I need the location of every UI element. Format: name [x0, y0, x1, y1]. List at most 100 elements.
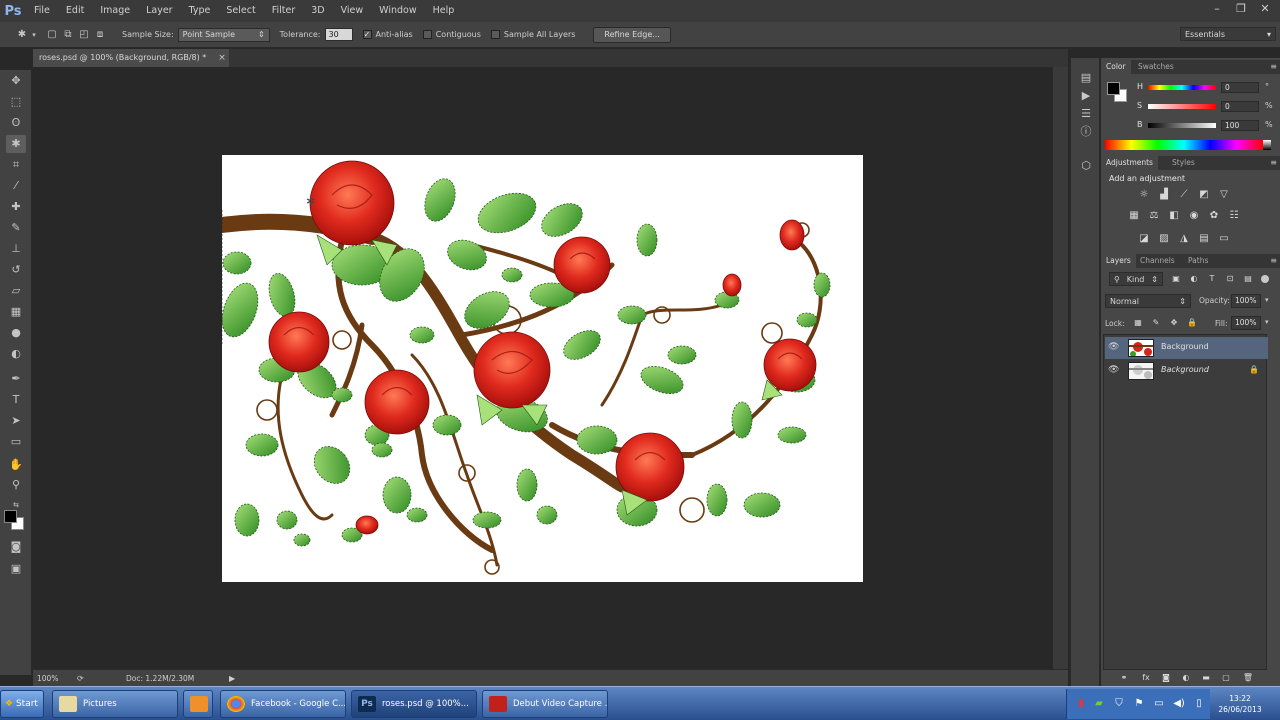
blend-mode-select[interactable]: Normal ⇕	[1105, 294, 1191, 308]
selective-color-icon[interactable]: ▤	[1197, 232, 1211, 246]
filter-adjustment-icon[interactable]: ◐	[1187, 272, 1201, 286]
layer-name[interactable]: Background	[1161, 342, 1209, 351]
status-menu-arrow-icon[interactable]: ▶	[229, 670, 235, 687]
new-adjustment-icon[interactable]: ◐	[1179, 671, 1193, 685]
new-layer-icon[interactable]: ▢	[1219, 671, 1233, 685]
hand-tool-icon[interactable]: ✋	[6, 456, 26, 474]
sample-size-select[interactable]: Point Sample ⇕	[177, 27, 270, 42]
tray-shield-icon[interactable]: ⛉	[1113, 697, 1125, 711]
close-icon[interactable]: ×	[215, 49, 229, 67]
lock-all-icon[interactable]: 🔒	[1185, 316, 1199, 330]
intersect-selection-icon[interactable]: ⧈	[92, 27, 108, 43]
document-canvas[interactable]	[222, 155, 863, 582]
invert-icon[interactable]: ◪	[1137, 232, 1151, 246]
menu-file[interactable]: File	[26, 0, 58, 22]
eye-icon[interactable]: 👁	[1108, 342, 1119, 352]
layer-style-icon[interactable]: fx	[1139, 671, 1153, 685]
layer-name[interactable]: Background	[1161, 365, 1209, 374]
vibrance-icon[interactable]: ▽	[1217, 188, 1231, 202]
tolerance-input[interactable]: 30	[324, 28, 353, 41]
dodge-tool-icon[interactable]: ◐	[6, 345, 26, 363]
document-tab[interactable]: roses.psd @ 100% (Background, RGB/8) *	[33, 49, 229, 67]
tab-color[interactable]: Color	[1101, 60, 1131, 74]
brightness-contrast-icon[interactable]: ☼	[1137, 188, 1151, 202]
tab-swatches[interactable]: Swatches	[1133, 60, 1179, 74]
move-tool-icon[interactable]: ✥	[6, 72, 26, 90]
clone-stamp-tool-icon[interactable]: ⊥	[6, 240, 26, 258]
tab-paths[interactable]: Paths	[1183, 254, 1213, 268]
tool-preset-dropdown-icon[interactable]: ▾	[30, 27, 38, 43]
panel-menu-icon[interactable]: ≡	[1270, 254, 1277, 268]
path-selection-tool-icon[interactable]: ➤	[6, 412, 26, 430]
menu-filter[interactable]: Filter	[264, 0, 304, 22]
info-panel-icon[interactable]: ⓘ	[1078, 124, 1094, 140]
gradient-map-icon[interactable]: ▭	[1217, 232, 1231, 246]
menu-3d[interactable]: 3D	[303, 0, 332, 22]
menu-view[interactable]: View	[333, 0, 372, 22]
menu-edit[interactable]: Edit	[58, 0, 92, 22]
saturation-value[interactable]: 0	[1221, 101, 1259, 112]
marquee-tool-icon[interactable]: ⬚	[6, 93, 26, 111]
exposure-icon[interactable]: ◩	[1197, 188, 1211, 202]
color-foreground-swatch[interactable]	[1107, 82, 1120, 95]
menu-help[interactable]: Help	[425, 0, 463, 22]
brightness-slider[interactable]	[1148, 123, 1216, 128]
new-selection-icon[interactable]: ▢	[44, 27, 60, 43]
tray-battery-icon[interactable]: ▯	[1193, 697, 1205, 711]
pen-tool-icon[interactable]: ✒	[6, 370, 26, 388]
layer-kind-filter[interactable]: ⚲ Kind ⇕	[1109, 272, 1163, 286]
quick-mask-icon[interactable]: ◙	[6, 538, 26, 556]
close-button[interactable]: ✕	[1256, 2, 1274, 16]
new-group-icon[interactable]: ▬	[1199, 671, 1213, 685]
tab-adjustments[interactable]: Adjustments	[1101, 156, 1158, 170]
status-info-icon[interactable]: ⟳	[77, 670, 84, 687]
foreground-color-swatch[interactable]	[4, 510, 17, 523]
task-chrome[interactable]: Facebook - Google C...	[220, 690, 346, 718]
minimize-button[interactable]: –	[1208, 2, 1226, 16]
link-layers-icon[interactable]: ⚭	[1117, 671, 1131, 685]
filter-type-icon[interactable]: T	[1205, 272, 1219, 286]
menu-select[interactable]: Select	[218, 0, 263, 22]
task-pictures[interactable]: Pictures	[52, 690, 178, 718]
screen-mode-icon[interactable]: ▣	[6, 560, 26, 578]
lasso-tool-icon[interactable]: ʘ	[6, 114, 26, 132]
tab-layers[interactable]: Layers	[1101, 254, 1136, 268]
layer-row[interactable]: 👁 Background 🔒	[1105, 360, 1268, 382]
menu-layer[interactable]: Layer	[138, 0, 181, 22]
add-to-selection-icon[interactable]: ⧉	[60, 27, 76, 43]
panel-menu-icon[interactable]: ≡	[1270, 60, 1277, 74]
contiguous-checkbox[interactable]	[422, 30, 432, 39]
curves-icon[interactable]: ⟋	[1177, 188, 1191, 202]
hue-value[interactable]: 0	[1221, 82, 1259, 93]
3d-panel-icon[interactable]: ⬡	[1078, 158, 1094, 174]
tray-antivirus-icon[interactable]: ▮	[1075, 697, 1087, 711]
history-panel-icon[interactable]: ▤	[1078, 70, 1094, 86]
restore-button[interactable]: ❐	[1232, 2, 1250, 16]
eraser-tool-icon[interactable]: ▱	[6, 282, 26, 300]
refine-edge-button[interactable]: Refine Edge...	[593, 26, 671, 43]
layer-row[interactable]: 👁 Background	[1105, 337, 1268, 359]
task-media-player[interactable]	[183, 690, 213, 718]
gradient-tool-icon[interactable]: ▦	[6, 303, 26, 321]
chevron-down-icon[interactable]: ▾	[1265, 296, 1269, 304]
tab-styles[interactable]: Styles	[1167, 156, 1200, 170]
filter-smart-object-icon[interactable]: ▤	[1241, 272, 1255, 286]
menu-type[interactable]: Type	[181, 0, 219, 22]
taskbar-clock[interactable]: 13:22 26/06/2013	[1210, 690, 1270, 718]
tray-volume-icon[interactable]: ◀)	[1173, 697, 1185, 711]
eyedropper-tool-icon[interactable]: ⁄	[6, 177, 26, 195]
history-brush-tool-icon[interactable]: ↺	[6, 261, 26, 279]
saturation-slider[interactable]	[1148, 104, 1216, 109]
brightness-value[interactable]: 100	[1221, 120, 1259, 131]
properties-panel-icon[interactable]: ☰	[1078, 106, 1094, 122]
spot-healing-tool-icon[interactable]: ✚	[6, 198, 26, 216]
zoom-level[interactable]: 100%	[37, 670, 58, 687]
subtract-from-selection-icon[interactable]: ◰	[76, 27, 92, 43]
filter-toggle-icon[interactable]	[1261, 275, 1269, 283]
blur-tool-icon[interactable]: ●	[6, 324, 26, 342]
chevron-down-icon[interactable]: ▾	[1265, 318, 1269, 326]
vertical-scrollbar[interactable]	[1053, 67, 1068, 669]
shape-tool-icon[interactable]: ▭	[6, 433, 26, 451]
tab-channels[interactable]: Channels	[1135, 254, 1180, 268]
photo-filter-icon[interactable]: ◉	[1187, 209, 1201, 223]
